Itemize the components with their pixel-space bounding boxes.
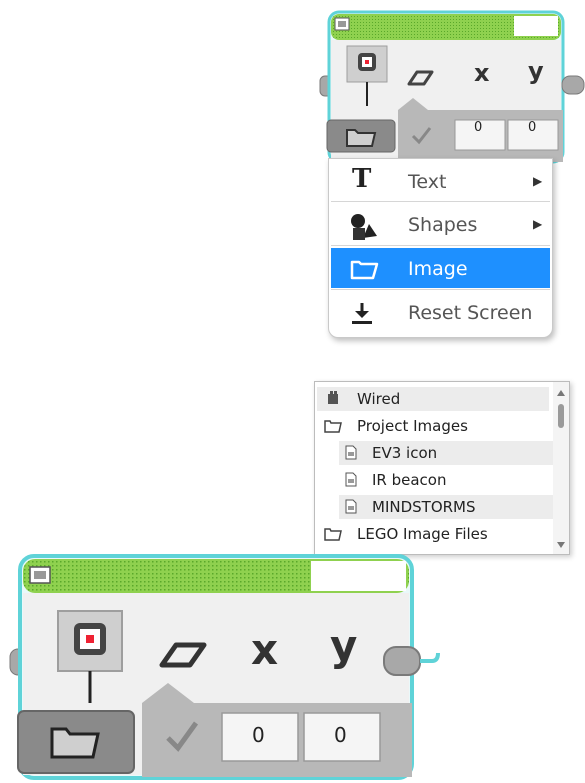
- menu-item-image[interactable]: Image: [331, 248, 550, 288]
- display-block-small[interactable]: x y 0 0: [318, 10, 585, 166]
- x-value-input[interactable]: 0: [474, 120, 482, 135]
- list-item[interactable]: MINDSTORMS: [339, 495, 559, 519]
- text-T-icon: T: [352, 164, 372, 194]
- y-value-input[interactable]: 0: [528, 120, 536, 135]
- chevron-right-icon: ▶: [533, 217, 543, 231]
- scrollbar[interactable]: [553, 382, 569, 554]
- image-file-list: Wired Project Images EV3 icon IR beacon …: [314, 381, 570, 555]
- x-value-input[interactable]: 0: [252, 723, 265, 747]
- download-arrow-icon: [349, 300, 375, 326]
- display-block-large[interactable]: x y 0 0: [8, 553, 468, 781]
- y-param-label: y: [528, 57, 544, 85]
- y-value-input[interactable]: 0: [334, 723, 347, 747]
- x-param-label: x: [474, 59, 490, 87]
- list-item[interactable]: IR beacon: [339, 468, 549, 492]
- mode-menu: T Text ▶ Shapes ▶ Image Reset Screen: [328, 158, 553, 338]
- image-file-icon: [345, 499, 357, 514]
- folder-icon: [323, 418, 343, 434]
- menu-item-shapes[interactable]: Shapes ▶: [331, 204, 550, 244]
- y-param-label: y: [330, 621, 358, 670]
- shapes-icon: [349, 212, 377, 240]
- image-file-icon: [345, 472, 357, 487]
- folder-icon: [323, 526, 343, 542]
- brick-icon: [327, 391, 339, 405]
- menu-item-text[interactable]: T Text ▶: [331, 161, 550, 201]
- list-item[interactable]: LEGO Image Files: [317, 522, 549, 546]
- list-item[interactable]: Project Images: [317, 414, 549, 438]
- chevron-right-icon: ▶: [533, 174, 543, 188]
- image-file-icon: [345, 445, 357, 460]
- list-item[interactable]: EV3 icon: [339, 441, 559, 465]
- list-item[interactable]: Wired: [317, 387, 549, 411]
- folder-icon: [349, 256, 379, 282]
- x-param-label: x: [251, 625, 279, 674]
- menu-item-reset-screen[interactable]: Reset Screen: [331, 292, 550, 332]
